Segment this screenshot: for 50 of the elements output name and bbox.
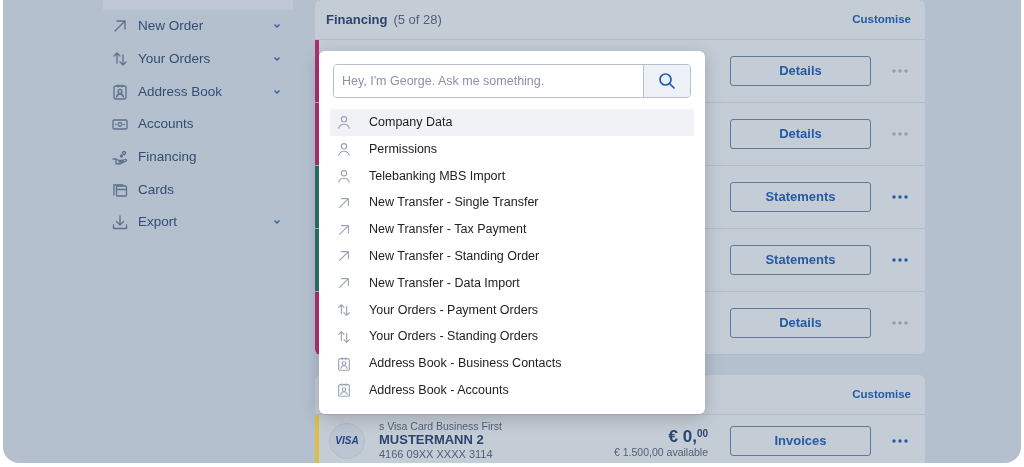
sidebar-item[interactable]: Cards [103, 173, 293, 207]
customise-link[interactable]: Customise [852, 385, 911, 404]
search-result-item[interactable]: Company Data [330, 109, 694, 136]
action-button[interactable]: Details [730, 56, 871, 86]
person-icon [336, 114, 352, 131]
customise-link[interactable]: Customise [852, 10, 911, 29]
action-button[interactable]: Details [730, 119, 871, 149]
action-button[interactable]: Details [730, 308, 871, 338]
available-amount: € 1.500,00 available [614, 446, 708, 459]
up-down-arrows-icon [336, 328, 352, 345]
search-result-item[interactable]: Your Orders - Payment Orders [330, 296, 694, 324]
download-icon [111, 213, 129, 232]
more-options-button[interactable] [891, 257, 909, 263]
sidebar-item[interactable]: Accounts [103, 108, 293, 141]
action-button[interactable]: Invoices [730, 425, 871, 456]
up-down-arrows-icon [336, 301, 352, 318]
search-result-item[interactable]: Telebanking MBS Import [330, 162, 694, 190]
search-result-item[interactable]: Address Book - Accounts [330, 376, 694, 404]
search-field[interactable]: Hey, I'm George. Ask me something. [333, 64, 691, 98]
person-icon [336, 141, 352, 158]
more-options-button[interactable] [891, 194, 909, 200]
search-result-item[interactable]: New Transfer - Data Import [330, 269, 694, 297]
search-result-item[interactable]: New Transfer - Tax Payment [330, 216, 694, 243]
sidebar-item[interactable]: Address Book [103, 75, 293, 109]
search-result-item[interactable]: Address Book - Business Contacts [330, 350, 694, 377]
card-number: 4166 09XX XXXX 3114 [379, 448, 494, 462]
sidebar-item[interactable]: Your Orders [103, 42, 293, 76]
search-button[interactable] [643, 65, 690, 97]
card-product: s Visa Card Business First [379, 419, 502, 433]
search-result-item[interactable]: New Transfer - Standing Order [330, 243, 694, 270]
hand-coin-icon [111, 148, 129, 167]
card-title: Financing [326, 10, 388, 29]
person-icon [336, 168, 352, 184]
search-icon [658, 72, 676, 90]
action-button[interactable]: Statements [730, 245, 871, 275]
sidebar-item[interactable]: New Order [103, 10, 293, 43]
item-count: (5 of 28) [393, 10, 442, 29]
search-result-item[interactable]: Your Orders - Standing Orders [330, 323, 694, 351]
contact-card-icon [336, 355, 352, 372]
sidebar-item[interactable]: Financing [103, 140, 293, 174]
sidebar-item[interactable]: Export [103, 206, 293, 239]
contact-card-icon [111, 82, 129, 101]
more-options-button[interactable] [891, 437, 909, 444]
contact-card-icon [336, 382, 352, 399]
balance-amount: € 0,$^{00}$ [668, 426, 708, 447]
card-holder-name: MUSTERMANN 2 [379, 432, 485, 448]
search-result-item[interactable]: New Transfer - Single Transfer [330, 189, 694, 217]
search-result-item[interactable]: Permissions [330, 135, 694, 163]
action-button[interactable]: Statements [730, 182, 871, 212]
card-logo: VISA [329, 422, 365, 459]
